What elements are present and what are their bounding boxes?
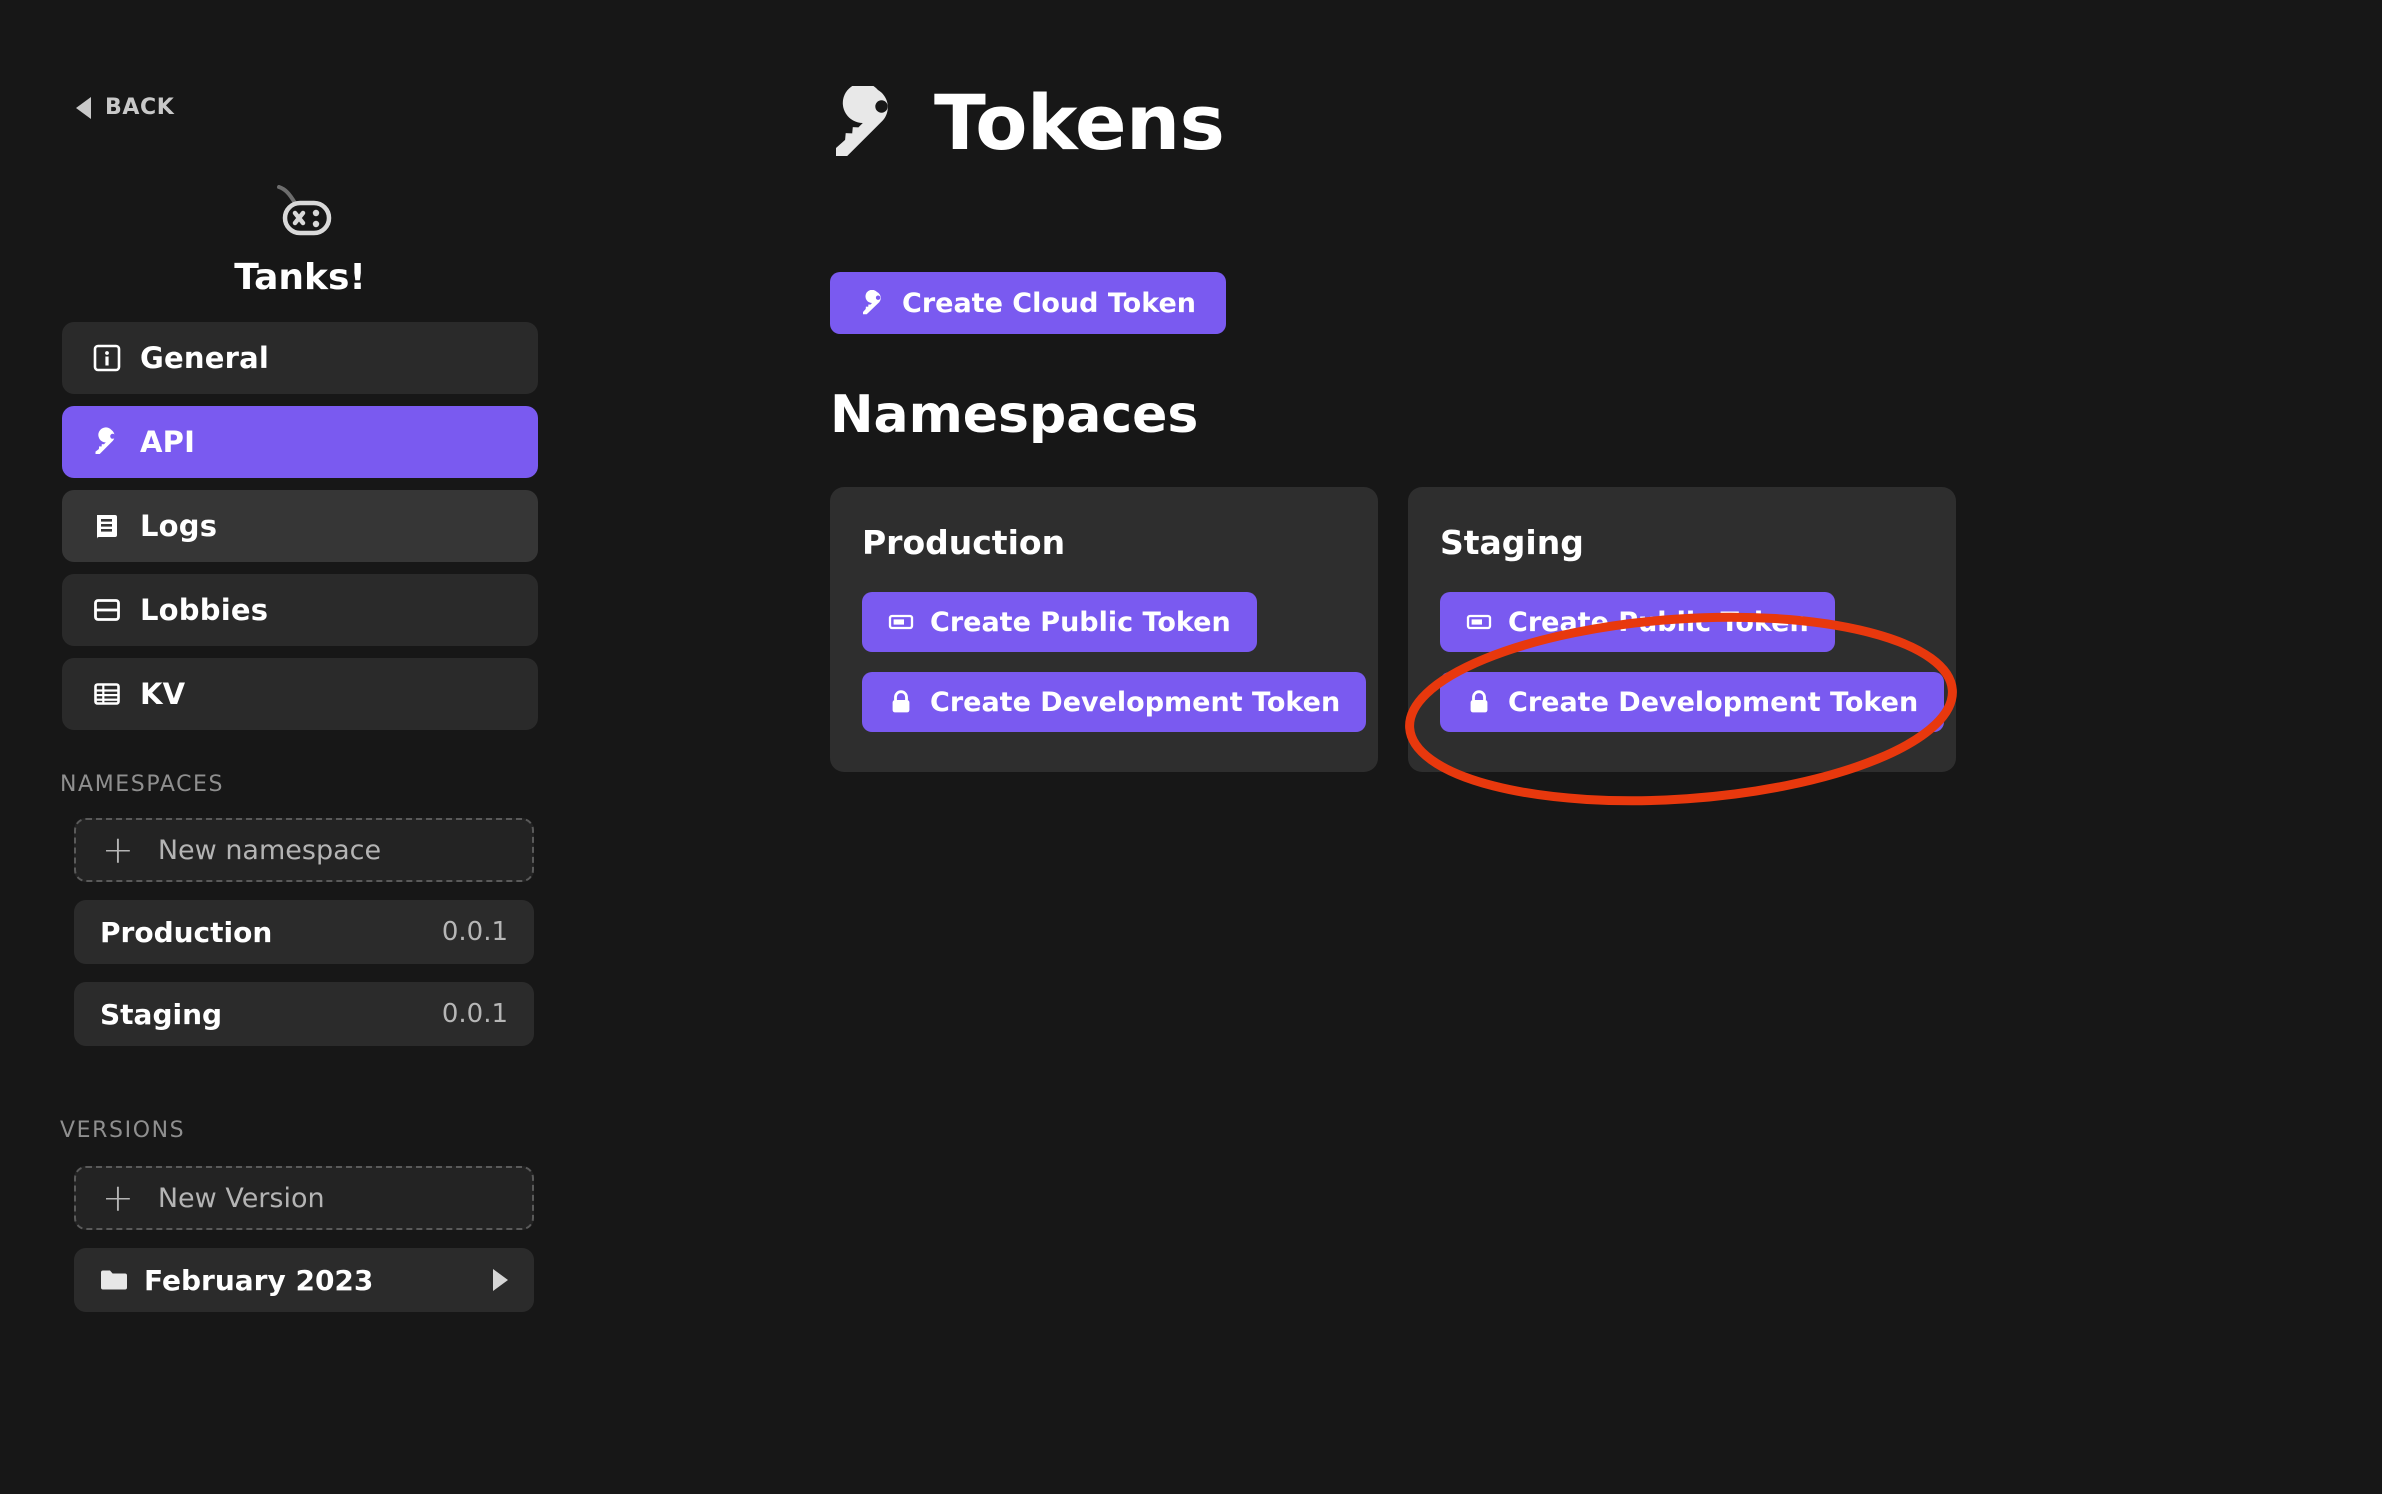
triangle-right-icon <box>493 1269 508 1291</box>
sidebar: BACK Tanks! General API Logs Lobbies KV … <box>0 0 600 1494</box>
back-label: BACK <box>105 95 175 120</box>
version-name: February 2023 <box>144 1263 374 1297</box>
sidebar-item-label: Logs <box>140 509 218 543</box>
key-icon <box>860 290 886 316</box>
folder-icon <box>100 1268 144 1292</box>
sidebar-item-label: General <box>140 341 269 375</box>
gamepad-icon <box>265 185 335 251</box>
namespace-card-staging: Staging Create Public Token Create Devel… <box>1408 487 1956 772</box>
ticket-icon <box>888 609 914 635</box>
version-row-february-2023[interactable]: February 2023 <box>74 1248 534 1312</box>
create-cloud-token-button[interactable]: Create Cloud Token <box>830 272 1226 334</box>
card-title: Production <box>862 523 1066 562</box>
ticket-icon <box>1466 609 1492 635</box>
lock-icon <box>888 689 914 715</box>
book-icon <box>92 511 122 541</box>
namespace-row-staging[interactable]: Staging 0.0.1 <box>74 982 534 1046</box>
card-title: Staging <box>1440 523 1584 562</box>
create-cloud-token-label: Create Cloud Token <box>902 287 1196 319</box>
namespace-card-production: Production Create Public Token Create De… <box>830 487 1378 772</box>
sidebar-item-label: KV <box>140 677 186 711</box>
sidebar-item-logs[interactable]: Logs <box>62 490 538 562</box>
new-namespace-button[interactable]: + New namespace <box>74 818 534 882</box>
page-header: Tokens <box>830 78 1225 167</box>
versions-section-heading: VERSIONS <box>60 1118 186 1143</box>
button-label: Create Public Token <box>930 606 1231 638</box>
plus-icon: + <box>102 1175 134 1220</box>
button-label: Create Development Token <box>1508 686 1919 718</box>
sidebar-item-api[interactable]: API <box>62 406 538 478</box>
game-header: Tanks! <box>0 185 600 298</box>
new-namespace-label: New namespace <box>157 834 382 866</box>
back-link[interactable]: BACK <box>76 95 174 120</box>
triangle-left-icon <box>76 96 91 119</box>
new-version-button[interactable]: + New Version <box>74 1166 534 1230</box>
versions-group: + New Version February 2023 <box>74 1166 534 1330</box>
main-content: Tokens Create Cloud Token Namespaces Pro… <box>600 0 2382 1494</box>
sidebar-item-label: Lobbies <box>140 593 269 627</box>
button-label: Create Development Token <box>930 686 1341 718</box>
game-name: Tanks! <box>234 257 366 298</box>
namespaces-group: + New namespace Production 0.0.1 Staging… <box>74 818 534 1064</box>
namespace-cards: Production Create Public Token Create De… <box>830 487 1956 772</box>
namespace-name: Staging <box>100 997 223 1031</box>
sidebar-nav: General API Logs Lobbies KV <box>62 322 538 742</box>
lock-icon <box>1466 689 1492 715</box>
namespace-version: 0.0.1 <box>441 999 508 1029</box>
namespaces-section-heading: NAMESPACES <box>60 772 225 797</box>
page-title: Tokens <box>934 78 1225 167</box>
namespace-name: Production <box>100 915 273 949</box>
production-create-public-token-button[interactable]: Create Public Token <box>862 592 1257 652</box>
namespace-row-production[interactable]: Production 0.0.1 <box>74 900 534 964</box>
button-label: Create Public Token <box>1508 606 1809 638</box>
plus-icon: + <box>102 827 134 872</box>
key-icon <box>830 85 904 160</box>
table-icon <box>92 679 122 709</box>
sidebar-item-label: API <box>140 425 196 459</box>
sidebar-item-kv[interactable]: KV <box>62 658 538 730</box>
sidebar-item-lobbies[interactable]: Lobbies <box>62 574 538 646</box>
key-icon <box>92 427 122 457</box>
tokens-page: BACK Tanks! General API Logs Lobbies KV … <box>0 0 2382 1494</box>
staging-create-development-token-button[interactable]: Create Development Token <box>1440 672 1945 732</box>
namespace-version: 0.0.1 <box>441 917 508 947</box>
sidebar-item-general[interactable]: General <box>62 322 538 394</box>
window-split-icon <box>92 595 122 625</box>
production-create-development-token-button[interactable]: Create Development Token <box>862 672 1367 732</box>
namespaces-heading: Namespaces <box>830 385 1199 445</box>
info-square-icon <box>92 343 122 373</box>
new-version-label: New Version <box>157 1182 325 1214</box>
staging-create-public-token-button[interactable]: Create Public Token <box>1440 592 1835 652</box>
